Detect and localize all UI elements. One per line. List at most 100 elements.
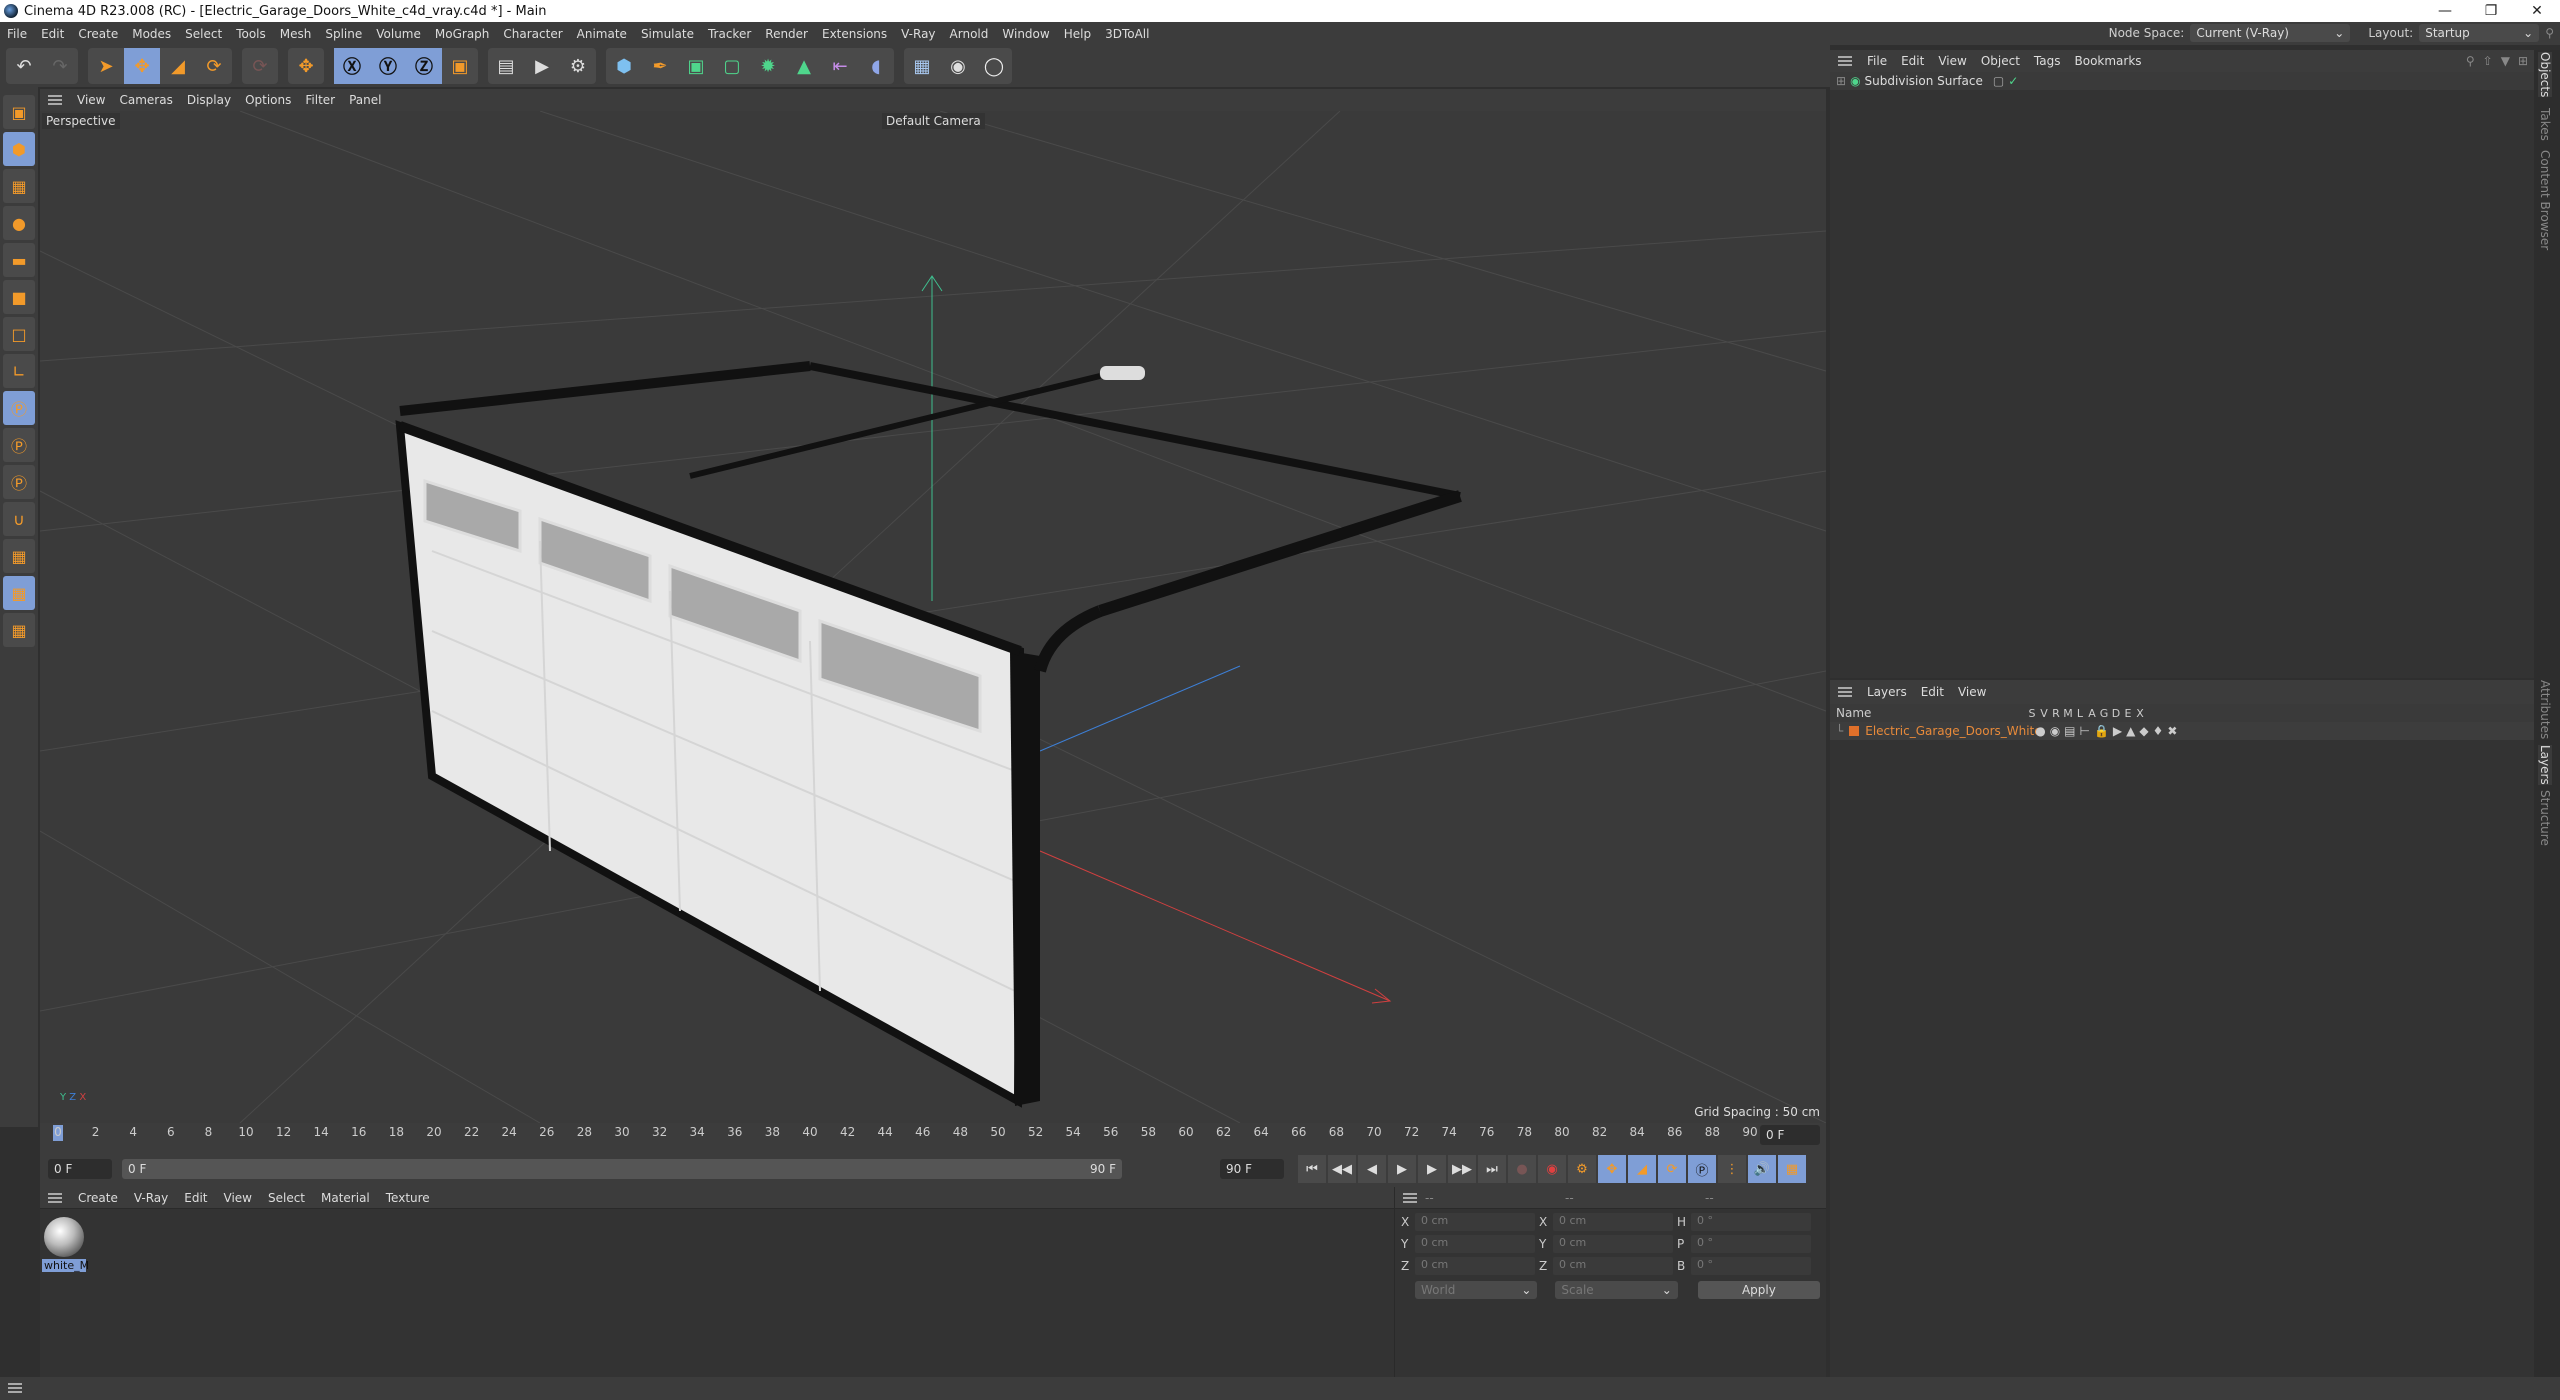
key-scale-icon[interactable]: ◢ — [1628, 1155, 1656, 1183]
timeline-ruler[interactable]: 0 2 4 6 8 10 12 14 16 18 20 22 24 26 28 30 32 34 36 38 40 42 4… — [40, 1123, 1826, 1151]
close-button[interactable]: ✕ — [2514, 0, 2560, 22]
rotation-p-field[interactable]: 0 ° — [1691, 1235, 1811, 1253]
axis-move-icon[interactable]: ✥ — [288, 48, 324, 84]
menu-arnold[interactable]: Arnold — [943, 27, 996, 41]
layer-menu-layers[interactable]: Layers — [1860, 685, 1914, 699]
object-menu-edit[interactable]: Edit — [1894, 54, 1931, 68]
tab-layers[interactable]: Layers — [2538, 745, 2552, 785]
menu-mograph[interactable]: MoGraph — [428, 27, 497, 41]
material-swatch[interactable]: white_M — [42, 1215, 89, 1273]
viewport-menu-display[interactable]: Display — [180, 93, 238, 107]
search-icon[interactable]: ⚲ — [2545, 26, 2554, 40]
minimize-button[interactable]: — — [2422, 0, 2468, 22]
scale-y-field[interactable]: 0 cm — [1553, 1235, 1673, 1253]
material-menu-select[interactable]: Select — [260, 1191, 313, 1205]
material-menu-material[interactable]: Material — [313, 1191, 378, 1205]
snap-icon[interactable]: Ⓟ — [3, 391, 35, 425]
tab-content-browser[interactable]: Content Browser — [2538, 150, 2552, 250]
menu-window[interactable]: Window — [995, 27, 1056, 41]
next-key-button[interactable]: ▶▶ — [1448, 1155, 1476, 1183]
viewport-menu-filter[interactable]: Filter — [298, 93, 342, 107]
autokey-icon[interactable]: ◉ — [1538, 1155, 1566, 1183]
select-icon[interactable]: ➤ — [88, 48, 124, 84]
tab-structure[interactable]: Structure — [2538, 790, 2552, 846]
camera-icon[interactable]: ◉ — [940, 48, 976, 84]
expand-icon[interactable]: ⊞ — [1836, 74, 1846, 88]
record-keys-icon[interactable]: ● — [1508, 1155, 1536, 1183]
menu-edit[interactable]: Edit — [34, 27, 71, 41]
go-to-end-button[interactable]: ⏭ — [1478, 1155, 1506, 1183]
undo-icon[interactable]: ↶ — [6, 48, 42, 84]
point-mode-icon[interactable]: ● — [3, 206, 35, 240]
layer-toggle-icons[interactable]: ●◉▤⊢🔒▶▲◆♦✖ — [2035, 724, 2181, 738]
viewport-menu-options[interactable]: Options — [238, 93, 298, 107]
render-view-icon[interactable]: ▤ — [488, 48, 524, 84]
go-to-start-button[interactable]: ⏮ — [1298, 1155, 1326, 1183]
uv-mode-icon[interactable]: □ — [3, 317, 35, 351]
next-frame-button[interactable]: ▶ — [1418, 1155, 1446, 1183]
menu-volume[interactable]: Volume — [369, 27, 428, 41]
psr-icon[interactable]: ⟳ — [242, 48, 278, 84]
render-icon[interactable]: ▶ — [524, 48, 560, 84]
render-settings-icon[interactable]: ⚙ — [560, 48, 596, 84]
move-icon[interactable]: ✥ — [124, 48, 160, 84]
bend-icon[interactable]: ⇤ — [822, 48, 858, 84]
previous-key-button[interactable]: ◀◀ — [1328, 1155, 1356, 1183]
start-frame-field[interactable]: 0 F — [48, 1159, 112, 1179]
edge-mode-icon[interactable]: ▬ — [3, 243, 35, 277]
camera-label[interactable]: Default Camera — [882, 113, 985, 129]
sound-icon[interactable]: 🔊 — [1748, 1155, 1776, 1183]
deformer-icon[interactable]: ◖ — [858, 48, 894, 84]
object-menu-file[interactable]: File — [1860, 54, 1894, 68]
position-z-field[interactable]: 0 cm — [1415, 1257, 1535, 1275]
solo-icon[interactable]: Ⓟ — [3, 465, 35, 499]
object-row[interactable]: ⊞ ◉ Subdivision Surface ▢ ✓ — [1830, 72, 2534, 90]
material-menu-vray[interactable]: V-Ray — [126, 1191, 176, 1205]
material-menu-edit[interactable]: Edit — [176, 1191, 215, 1205]
search-icon[interactable]: ⚲ — [2466, 54, 2475, 68]
key-position-icon[interactable]: ✥ — [1598, 1155, 1626, 1183]
filter-icon[interactable]: ▼ — [2501, 54, 2510, 68]
film-icon[interactable]: ▦ — [1778, 1155, 1806, 1183]
menu-mesh[interactable]: Mesh — [273, 27, 319, 41]
menu-render[interactable]: Render — [758, 27, 815, 41]
viewport-menu-cameras[interactable]: Cameras — [112, 93, 179, 107]
menu-modes[interactable]: Modes — [125, 27, 178, 41]
rotation-b-field[interactable]: 0 ° — [1691, 1257, 1811, 1275]
workplane-rotate-icon[interactable]: ▦ — [3, 613, 35, 647]
scale-icon[interactable]: ◢ — [160, 48, 196, 84]
edit-toggle-icon[interactable]: ▢ — [1993, 74, 2004, 88]
menu-help[interactable]: Help — [1057, 27, 1098, 41]
coord-type-dropdown[interactable]: Scale ⌄ — [1555, 1281, 1678, 1299]
menu-create[interactable]: Create — [71, 27, 125, 41]
menu-tracker[interactable]: Tracker — [701, 27, 758, 41]
snap-settings-icon[interactable]: Ⓟ — [3, 428, 35, 462]
hamburger-icon[interactable] — [1838, 56, 1852, 66]
previous-frame-button[interactable]: ◀ — [1358, 1155, 1386, 1183]
frame-range-slider[interactable]: 0 F 90 F — [122, 1159, 1122, 1179]
apply-button[interactable]: Apply — [1697, 1281, 1820, 1299]
hamburger-icon[interactable] — [1838, 687, 1852, 697]
model-mode-icon[interactable]: ⬢ — [3, 132, 35, 166]
menu-spline[interactable]: Spline — [318, 27, 369, 41]
x-axis-icon[interactable]: Ⓧ — [334, 48, 370, 84]
restore-button[interactable]: ❐ — [2468, 0, 2514, 22]
mograph-cloner-icon[interactable]: ✹ — [750, 48, 786, 84]
redo-icon[interactable]: ↷ — [42, 48, 78, 84]
current-frame-field[interactable]: 0 F — [1760, 1125, 1820, 1145]
locked-workplane-icon[interactable]: ▦ — [3, 576, 35, 610]
z-axis-icon[interactable]: Ⓩ — [406, 48, 442, 84]
menu-character[interactable]: Character — [496, 27, 569, 41]
y-axis-icon[interactable]: Ⓨ — [370, 48, 406, 84]
object-menu-tags[interactable]: Tags — [2027, 54, 2068, 68]
node-space-dropdown[interactable]: Current (V-Ray) ⌄ — [2190, 24, 2351, 42]
keyframe-settings-icon[interactable]: ⚙ — [1568, 1155, 1596, 1183]
object-menu-view[interactable]: View — [1931, 54, 1973, 68]
menu-file[interactable]: File — [0, 27, 34, 41]
hamburger-icon[interactable] — [48, 95, 62, 105]
material-menu-view[interactable]: View — [216, 1191, 260, 1205]
rotate-icon[interactable]: ⟳ — [196, 48, 232, 84]
hamburger-icon[interactable] — [8, 1383, 22, 1393]
array-icon[interactable]: ▲ — [786, 48, 822, 84]
texture-mode-icon[interactable]: ▦ — [3, 169, 35, 203]
